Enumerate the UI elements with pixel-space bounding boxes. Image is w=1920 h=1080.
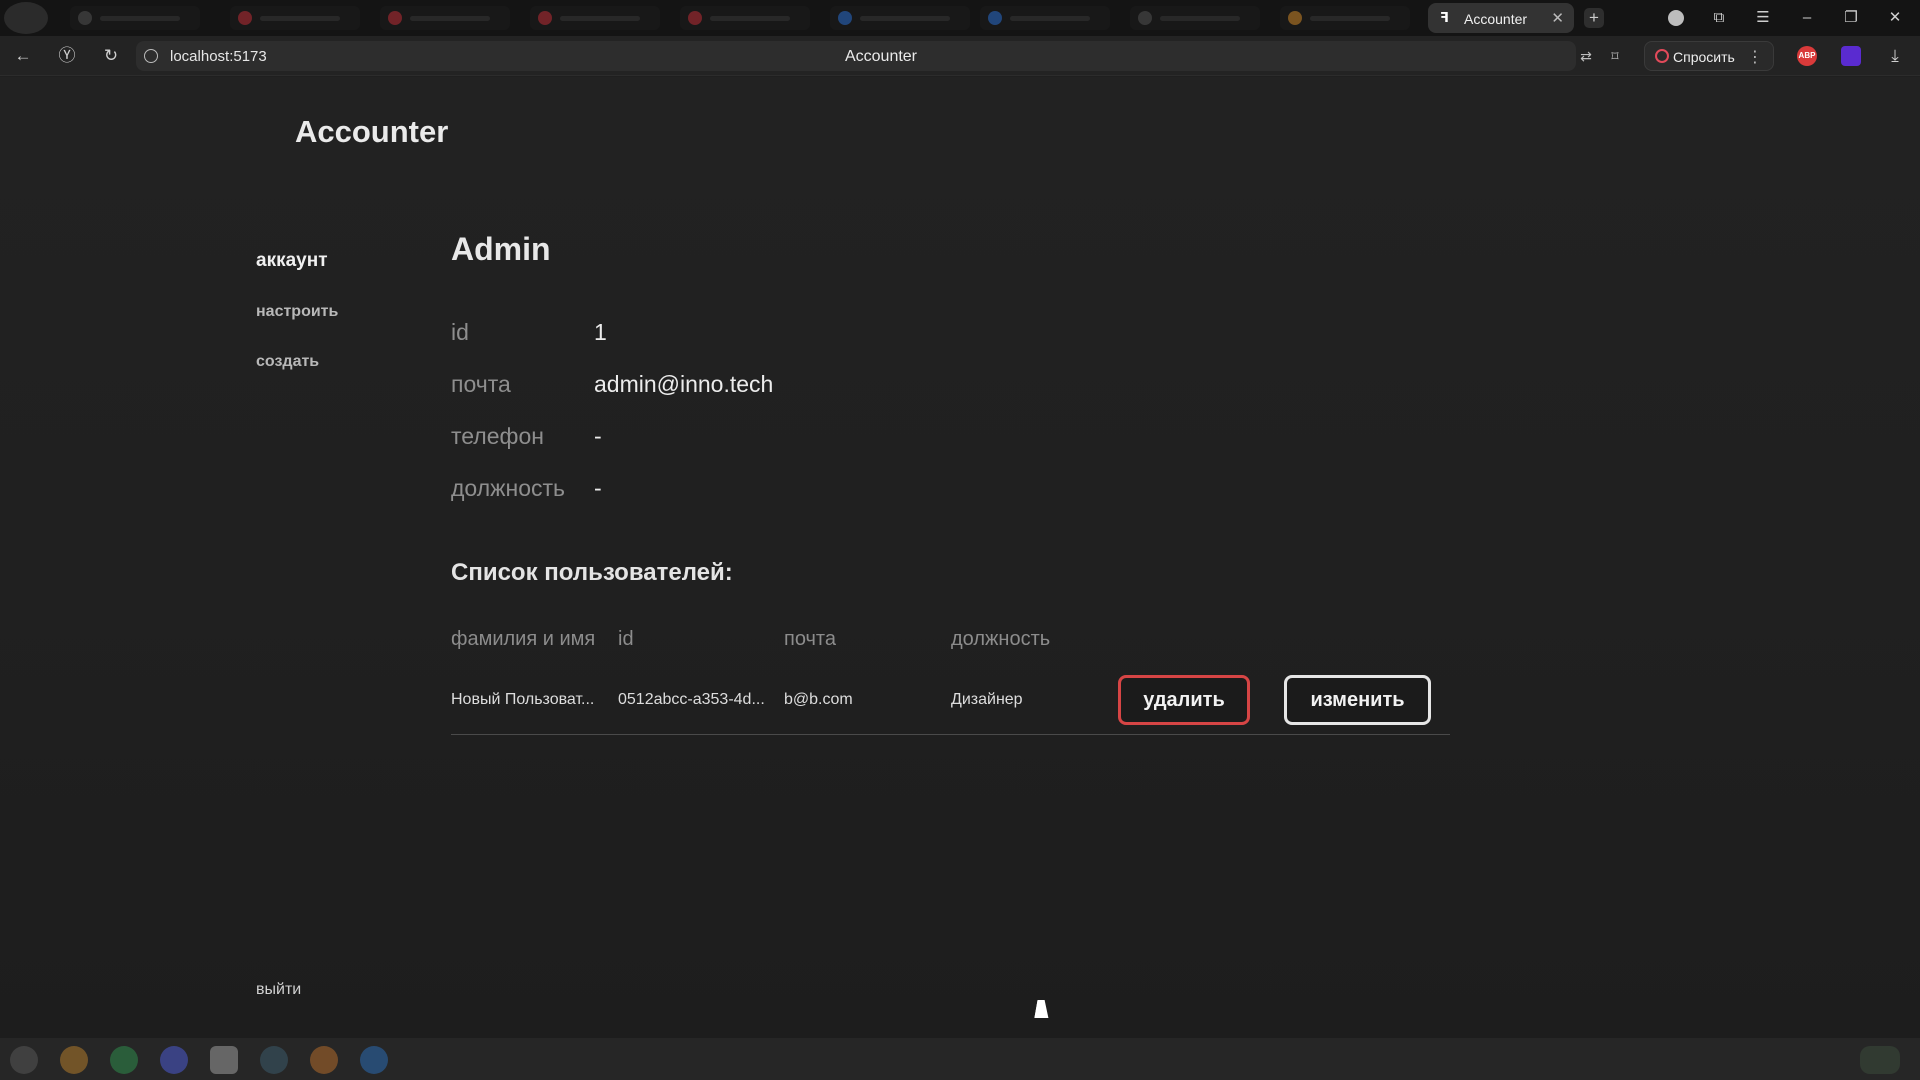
field-value-phone: -: [594, 423, 602, 449]
ask-assistant-button[interactable]: Спросить ⋮: [1644, 41, 1774, 71]
yandex-home-icon[interactable]: Ⓨ: [56, 45, 78, 67]
taskbar-app-icon[interactable]: [260, 1046, 288, 1074]
field-value-id: 1: [594, 319, 607, 345]
taskbar-app-icon[interactable]: [110, 1046, 138, 1074]
column-header-position: должность: [951, 628, 1051, 650]
background-tab[interactable]: [70, 6, 200, 30]
cell-email: b@b.com: [784, 691, 853, 708]
os-taskbar: [0, 1038, 1920, 1080]
field-value-position: -: [594, 475, 602, 501]
logout-link[interactable]: выйти: [256, 981, 301, 999]
reload-icon[interactable]: ↻: [100, 45, 122, 67]
back-icon[interactable]: ←: [12, 45, 34, 67]
new-tab-button[interactable]: +: [1584, 8, 1604, 28]
profile-name: Admin: [451, 231, 551, 267]
ask-assistant-label: Спросить: [1673, 49, 1735, 65]
bookmark-icon[interactable]: ⌑: [1607, 48, 1623, 64]
app-brand: Accounter: [295, 114, 449, 149]
more-icon[interactable]: ⋮: [1747, 47, 1763, 67]
column-header-id: id: [618, 628, 634, 650]
background-tab[interactable]: [230, 6, 360, 30]
system-tray-icon[interactable]: [1860, 1046, 1900, 1074]
field-label-id: id: [451, 319, 469, 345]
close-window-icon[interactable]: ✕: [1884, 7, 1906, 29]
background-tab[interactable]: [530, 6, 660, 30]
menu-icon[interactable]: ☰: [1752, 7, 1774, 29]
column-header-name: фамилия и имя: [451, 628, 596, 650]
field-label-position: должность: [451, 475, 566, 501]
restore-icon[interactable]: ❐: [1840, 7, 1862, 29]
close-tab-icon[interactable]: ✕: [1551, 9, 1564, 27]
field-label-email: почта: [451, 371, 511, 397]
tab-accounter[interactable]: ꟻ Accounter ✕: [1428, 3, 1574, 33]
extension-icon[interactable]: [1841, 46, 1861, 66]
background-tab[interactable]: [1130, 6, 1260, 30]
nav-account[interactable]: аккаунт: [256, 250, 328, 272]
collections-icon[interactable]: ⧉: [1708, 7, 1730, 29]
field-label-phone: телефон: [451, 423, 544, 449]
column-header-email: почта: [784, 628, 836, 650]
taskbar-app-icon[interactable]: [160, 1046, 188, 1074]
row-divider: [451, 734, 1450, 735]
cell-position: Дизайнер: [951, 691, 1023, 708]
background-tab[interactable]: [380, 6, 510, 30]
downloads-icon[interactable]: ⤓: [1884, 45, 1906, 67]
nav-settings[interactable]: настроить: [256, 303, 338, 321]
app-page: Accounter аккаунт настроить создать выйт…: [0, 77, 1920, 1038]
start-icon[interactable]: [10, 1046, 38, 1074]
minimize-icon[interactable]: –: [1796, 7, 1818, 29]
taskbar-app-icon[interactable]: [210, 1046, 238, 1074]
users-list-title: Список пользователей:: [451, 559, 733, 586]
tab-title: Accounter: [1464, 11, 1528, 27]
field-value-email: admin@inno.tech: [594, 371, 774, 397]
assistant-icon: [1655, 49, 1669, 63]
edit-user-button[interactable]: изменить: [1284, 675, 1431, 725]
background-tab[interactable]: [980, 6, 1110, 30]
background-tab[interactable]: [680, 6, 810, 30]
background-tab[interactable]: [1280, 6, 1410, 30]
background-tab[interactable]: [830, 6, 970, 30]
address-bar[interactable]: localhost:5173 Accounter ⇄ ⌑: [136, 41, 1619, 71]
tab-favicon-icon: ꟻ: [1440, 10, 1449, 25]
adblock-extension-icon[interactable]: ABP: [1797, 46, 1817, 66]
browser-logo-icon[interactable]: [4, 2, 48, 34]
taskbar-app-icon[interactable]: [360, 1046, 388, 1074]
profile-icon[interactable]: [1665, 7, 1687, 29]
browser-toolbar: ← Ⓨ ↻ localhost:5173 Accounter ⇄ ⌑ Спрос…: [0, 36, 1920, 76]
address-bar-page-title: Accounter: [844, 48, 918, 65]
taskbar-app-icon[interactable]: [60, 1046, 88, 1074]
delete-user-button[interactable]: удалить: [1118, 675, 1250, 725]
translate-icon[interactable]: ⇄: [1578, 48, 1594, 64]
mouse-cursor-icon: [1034, 1000, 1052, 1018]
taskbar-app-icon[interactable]: [310, 1046, 338, 1074]
cell-id: 0512abcc-a353-4d...: [618, 691, 765, 708]
browser-tabstrip: ꟻ Accounter ✕ + ⧉ ☰ – ❐ ✕: [0, 0, 1920, 36]
cell-name: Новый Пользоват...: [451, 691, 595, 708]
nav-create[interactable]: создать: [256, 353, 319, 371]
